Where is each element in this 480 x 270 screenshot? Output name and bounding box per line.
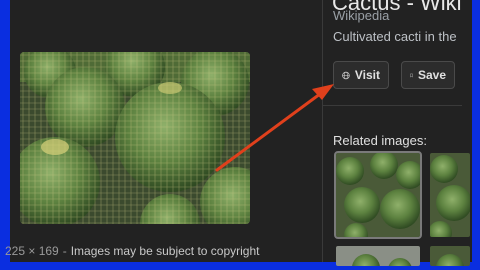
panel-divider (322, 0, 323, 262)
globe-icon (342, 71, 350, 79)
visit-button[interactable]: Visit (333, 61, 389, 89)
section-divider (323, 105, 462, 106)
related-thumbnail[interactable] (336, 246, 420, 266)
cactus-thumbnail (430, 246, 470, 266)
caption-separator: - (62, 244, 67, 258)
cactus-thumbnail (336, 153, 420, 237)
save-button[interactable]: Save (401, 61, 455, 89)
image-caption: 225 × 169- Images may be subject to copyr… (5, 244, 259, 258)
related-thumbnail[interactable] (430, 153, 470, 237)
preview-image[interactable] (20, 52, 250, 224)
cactus-thumbnail (430, 153, 470, 237)
related-thumbnail[interactable] (430, 246, 470, 266)
image-description: Cultivated cacti in the (333, 29, 457, 44)
cactus-thumbnail (336, 246, 420, 266)
image-dimensions: 225 × 169 (5, 244, 59, 258)
bookmark-icon (410, 73, 413, 77)
source-site[interactable]: Wikipedia (333, 8, 389, 23)
visit-label: Visit (354, 68, 380, 82)
related-images-heading: Related images: (333, 133, 427, 148)
cactus-photo (20, 52, 250, 224)
related-thumbnail[interactable] (334, 151, 422, 239)
save-label: Save (417, 68, 446, 82)
copyright-note: Images may be subject to copyright (70, 244, 260, 258)
